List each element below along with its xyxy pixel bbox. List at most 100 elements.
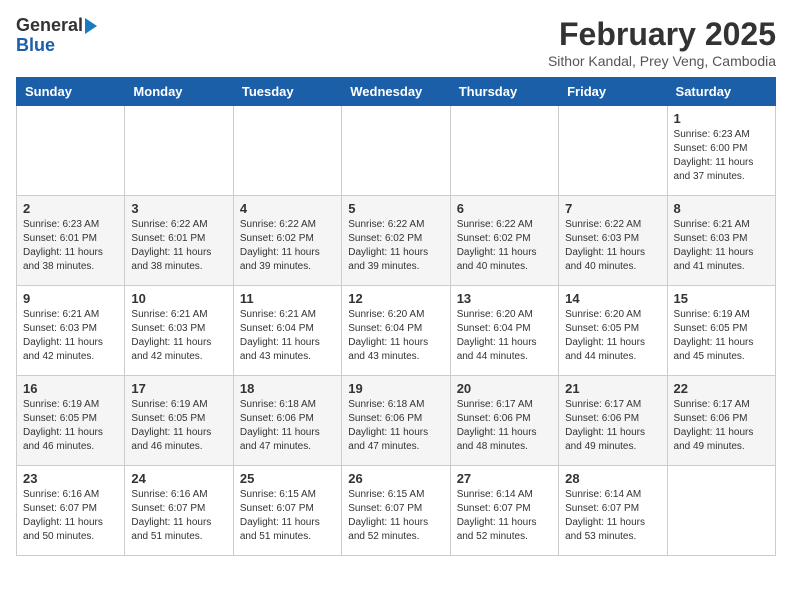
day-info: Sunrise: 6:23 AM Sunset: 6:00 PM Dayligh… [674, 128, 769, 184]
day-info: Sunrise: 6:22 AM Sunset: 6:02 PM Dayligh… [240, 218, 335, 274]
calendar-cell: 20 Sunrise: 6:17 AM Sunset: 6:06 PM Dayli… [450, 376, 558, 466]
calendar-cell [667, 466, 775, 556]
day-info: Sunrise: 6:22 AM Sunset: 6:02 PM Dayligh… [348, 218, 443, 274]
day-info: Sunrise: 6:19 AM Sunset: 6:05 PM Dayligh… [674, 308, 769, 364]
day-number: 2 [23, 201, 118, 216]
calendar-cell: 3 Sunrise: 6:22 AM Sunset: 6:01 PM Daylig… [125, 196, 233, 286]
calendar-cell [342, 106, 450, 196]
day-info: Sunrise: 6:17 AM Sunset: 6:06 PM Dayligh… [457, 398, 552, 454]
day-info: Sunrise: 6:15 AM Sunset: 6:07 PM Dayligh… [348, 488, 443, 544]
day-info: Sunrise: 6:20 AM Sunset: 6:04 PM Dayligh… [348, 308, 443, 364]
weekday-header-monday: Monday [125, 78, 233, 106]
calendar-cell: 7 Sunrise: 6:22 AM Sunset: 6:03 PM Daylig… [559, 196, 667, 286]
day-info: Sunrise: 6:21 AM Sunset: 6:03 PM Dayligh… [674, 218, 769, 274]
day-number: 11 [240, 291, 335, 306]
calendar-cell: 26Sunrise: 6:15 AM Sunset: 6:07 PM Dayli… [342, 466, 450, 556]
title-area: February 2025 Sithor Kandal, Prey Veng, … [548, 16, 776, 69]
calendar-week-1: 1 Sunrise: 6:23 AM Sunset: 6:00 PM Daylig… [17, 106, 776, 196]
logo: General Blue [16, 16, 97, 56]
weekday-header-saturday: Saturday [667, 78, 775, 106]
calendar-cell: 25Sunrise: 6:15 AM Sunset: 6:07 PM Dayli… [233, 466, 341, 556]
day-info: Sunrise: 6:19 AM Sunset: 6:05 PM Dayligh… [23, 398, 118, 454]
day-number: 20 [457, 381, 552, 396]
day-number: 17 [131, 381, 226, 396]
day-number: 25 [240, 471, 335, 486]
calendar-cell [125, 106, 233, 196]
day-number: 3 [131, 201, 226, 216]
page-header: General Blue February 2025 Sithor Kandal… [16, 16, 776, 69]
day-number: 8 [674, 201, 769, 216]
day-info: Sunrise: 6:16 AM Sunset: 6:07 PM Dayligh… [131, 488, 226, 544]
day-info: Sunrise: 6:17 AM Sunset: 6:06 PM Dayligh… [565, 398, 660, 454]
calendar-cell: 16 Sunrise: 6:19 AM Sunset: 6:05 PM Dayli… [17, 376, 125, 466]
calendar-header-row: SundayMondayTuesdayWednesdayThursdayFrid… [17, 78, 776, 106]
day-number: 1 [674, 111, 769, 126]
calendar-week-2: 2 Sunrise: 6:23 AM Sunset: 6:01 PM Daylig… [17, 196, 776, 286]
logo-text-general: General [16, 16, 83, 36]
calendar-cell: 15 Sunrise: 6:19 AM Sunset: 6:05 PM Dayli… [667, 286, 775, 376]
day-info: Sunrise: 6:18 AM Sunset: 6:06 PM Dayligh… [348, 398, 443, 454]
day-info: Sunrise: 6:19 AM Sunset: 6:05 PM Dayligh… [131, 398, 226, 454]
calendar-cell: 6 Sunrise: 6:22 AM Sunset: 6:02 PM Daylig… [450, 196, 558, 286]
day-number: 28 [565, 471, 660, 486]
calendar-cell: 19 Sunrise: 6:18 AM Sunset: 6:06 PM Dayli… [342, 376, 450, 466]
calendar-cell: 28 Sunrise: 6:14 AM Sunset: 6:07 PM Dayli… [559, 466, 667, 556]
calendar-cell [17, 106, 125, 196]
day-info: Sunrise: 6:21 AM Sunset: 6:04 PM Dayligh… [240, 308, 335, 364]
calendar-week-3: 9 Sunrise: 6:21 AM Sunset: 6:03 PM Daylig… [17, 286, 776, 376]
day-number: 10 [131, 291, 226, 306]
calendar-cell: 1 Sunrise: 6:23 AM Sunset: 6:00 PM Daylig… [667, 106, 775, 196]
day-info: Sunrise: 6:14 AM Sunset: 6:07 PM Dayligh… [565, 488, 660, 544]
calendar-cell: 2 Sunrise: 6:23 AM Sunset: 6:01 PM Daylig… [17, 196, 125, 286]
day-info: Sunrise: 6:21 AM Sunset: 6:03 PM Dayligh… [23, 308, 118, 364]
day-info: Sunrise: 6:21 AM Sunset: 6:03 PM Dayligh… [131, 308, 226, 364]
weekday-header-thursday: Thursday [450, 78, 558, 106]
day-info: Sunrise: 6:20 AM Sunset: 6:04 PM Dayligh… [457, 308, 552, 364]
day-info: Sunrise: 6:22 AM Sunset: 6:03 PM Dayligh… [565, 218, 660, 274]
calendar-cell: 4 Sunrise: 6:22 AM Sunset: 6:02 PM Daylig… [233, 196, 341, 286]
day-number: 19 [348, 381, 443, 396]
day-number: 5 [348, 201, 443, 216]
day-number: 7 [565, 201, 660, 216]
logo-text-blue: Blue [16, 35, 55, 55]
calendar-cell: 5 Sunrise: 6:22 AM Sunset: 6:02 PM Daylig… [342, 196, 450, 286]
day-number: 21 [565, 381, 660, 396]
calendar-cell: 9 Sunrise: 6:21 AM Sunset: 6:03 PM Daylig… [17, 286, 125, 376]
calendar-cell: 21 Sunrise: 6:17 AM Sunset: 6:06 PM Dayli… [559, 376, 667, 466]
calendar-table: SundayMondayTuesdayWednesdayThursdayFrid… [16, 77, 776, 556]
location-subtitle: Sithor Kandal, Prey Veng, Cambodia [548, 53, 776, 69]
calendar-cell: 13 Sunrise: 6:20 AM Sunset: 6:04 PM Dayli… [450, 286, 558, 376]
calendar-cell: 17 Sunrise: 6:19 AM Sunset: 6:05 PM Dayli… [125, 376, 233, 466]
weekday-header-wednesday: Wednesday [342, 78, 450, 106]
day-number: 24 [131, 471, 226, 486]
day-number: 12 [348, 291, 443, 306]
day-number: 6 [457, 201, 552, 216]
weekday-header-sunday: Sunday [17, 78, 125, 106]
calendar-week-5: 23 Sunrise: 6:16 AM Sunset: 6:07 PM Dayli… [17, 466, 776, 556]
calendar-cell [559, 106, 667, 196]
day-info: Sunrise: 6:18 AM Sunset: 6:06 PM Dayligh… [240, 398, 335, 454]
calendar-cell [450, 106, 558, 196]
calendar-cell: 12 Sunrise: 6:20 AM Sunset: 6:04 PM Dayli… [342, 286, 450, 376]
day-number: 15 [674, 291, 769, 306]
day-info: Sunrise: 6:16 AM Sunset: 6:07 PM Dayligh… [23, 488, 118, 544]
day-info: Sunrise: 6:22 AM Sunset: 6:01 PM Dayligh… [131, 218, 226, 274]
day-number: 13 [457, 291, 552, 306]
weekday-header-tuesday: Tuesday [233, 78, 341, 106]
day-info: Sunrise: 6:14 AM Sunset: 6:07 PM Dayligh… [457, 488, 552, 544]
day-number: 14 [565, 291, 660, 306]
day-number: 16 [23, 381, 118, 396]
day-number: 27 [457, 471, 552, 486]
day-info: Sunrise: 6:22 AM Sunset: 6:02 PM Dayligh… [457, 218, 552, 274]
calendar-cell: 22Sunrise: 6:17 AM Sunset: 6:06 PM Dayli… [667, 376, 775, 466]
day-number: 18 [240, 381, 335, 396]
day-info: Sunrise: 6:17 AM Sunset: 6:06 PM Dayligh… [674, 398, 769, 454]
day-number: 9 [23, 291, 118, 306]
weekday-header-friday: Friday [559, 78, 667, 106]
calendar-week-4: 16 Sunrise: 6:19 AM Sunset: 6:05 PM Dayli… [17, 376, 776, 466]
day-number: 23 [23, 471, 118, 486]
day-number: 4 [240, 201, 335, 216]
calendar-cell: 27 Sunrise: 6:14 AM Sunset: 6:07 PM Dayli… [450, 466, 558, 556]
day-info: Sunrise: 6:23 AM Sunset: 6:01 PM Dayligh… [23, 218, 118, 274]
calendar-cell: 10 Sunrise: 6:21 AM Sunset: 6:03 PM Dayli… [125, 286, 233, 376]
